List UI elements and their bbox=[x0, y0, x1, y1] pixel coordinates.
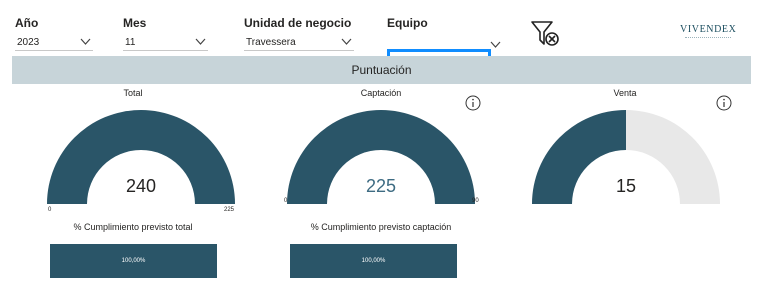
kpi-captacion-title: % Cumplimiento previsto captación bbox=[310, 222, 452, 232]
gauge-total-value: 240 bbox=[125, 176, 157, 196]
slicer-equipo-dropdown[interactable] bbox=[387, 34, 504, 67]
filter-clear-icon[interactable] bbox=[530, 20, 562, 48]
chevron-down-icon bbox=[341, 38, 352, 45]
slicer-anio: Año 2023 bbox=[15, 16, 93, 51]
kpi-total-card[interactable]: 100,00% bbox=[50, 244, 217, 278]
gauge-captacion-value: 225 bbox=[365, 176, 397, 196]
gauge-venta-title: Venta bbox=[613, 88, 637, 98]
slicer-equipo: Equipo bbox=[387, 16, 501, 67]
slicer-equipo-title: Equipo bbox=[387, 16, 428, 30]
gauge-total-max: 225 bbox=[224, 207, 235, 213]
report-page: Año 2023 Mes 11 Unidad de negocio Traves… bbox=[0, 0, 768, 289]
slicer-unidad-value: Travessera bbox=[246, 37, 296, 48]
slicer-mes-value: 11 bbox=[125, 37, 136, 48]
gauge-venta-value: 15 bbox=[615, 176, 637, 196]
slicer-unidad-negocio: Unidad de negocio Travessera bbox=[244, 16, 354, 51]
chevron-down-icon bbox=[80, 38, 91, 45]
slicer-mes-dropdown[interactable]: 11 bbox=[123, 34, 208, 51]
kpi-captacion-card[interactable]: 100,00% bbox=[290, 244, 457, 278]
banner-title: Puntuación bbox=[351, 63, 412, 77]
kpi-captacion-value: 100,00% bbox=[361, 258, 386, 264]
gauge-captacion-max: 90 bbox=[472, 198, 479, 204]
gauge-captacion-title: Captación bbox=[360, 88, 402, 98]
slicer-mes: Mes 11 bbox=[123, 16, 208, 51]
slicer-anio-title: Año bbox=[15, 16, 39, 30]
kpi-total-title: % Cumplimiento previsto total bbox=[73, 222, 193, 232]
gauge-total-title: Total bbox=[123, 88, 143, 98]
logo-tagline bbox=[685, 37, 731, 39]
slicer-anio-dropdown[interactable]: 2023 bbox=[15, 34, 93, 51]
gauge-total-min: 0 bbox=[48, 207, 52, 213]
logo-text: VIVENDEX bbox=[680, 24, 737, 35]
chevron-down-icon bbox=[490, 41, 501, 48]
company-logo: VIVENDEX bbox=[680, 24, 736, 39]
chevron-down-icon bbox=[195, 38, 206, 45]
slicer-mes-title: Mes bbox=[123, 16, 147, 30]
slicer-unidad-title: Unidad de negocio bbox=[244, 16, 352, 30]
slicer-unidad-dropdown[interactable]: Travessera bbox=[244, 34, 354, 51]
section-banner: Puntuación bbox=[12, 56, 751, 84]
kpi-total-value: 100,00% bbox=[121, 258, 146, 264]
slicer-anio-value: 2023 bbox=[17, 37, 40, 48]
gauge-captacion-min: 0 bbox=[284, 198, 288, 204]
